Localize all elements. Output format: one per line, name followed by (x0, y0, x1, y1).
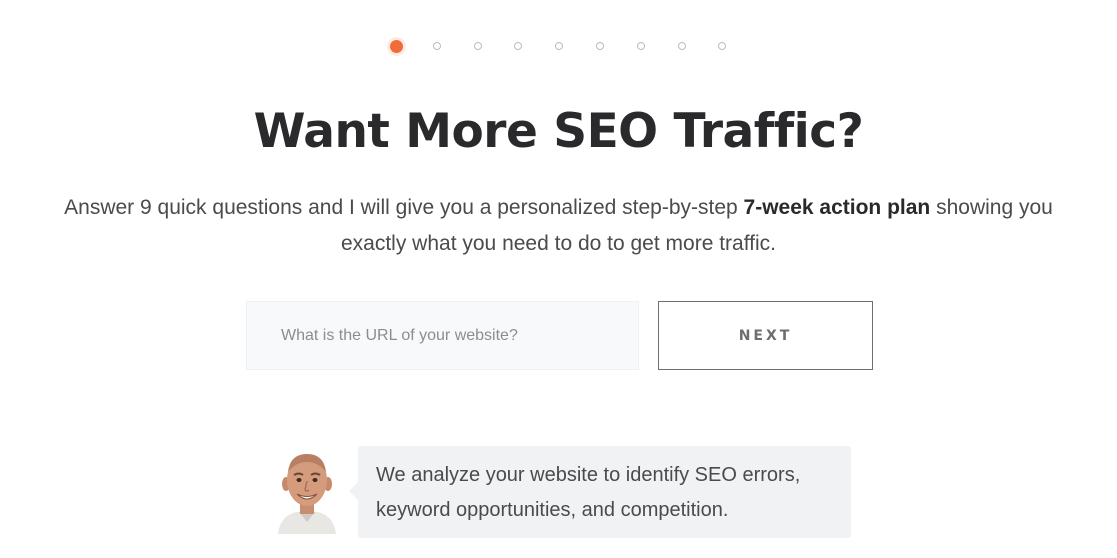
progress-dot-5 (555, 42, 563, 50)
next-button[interactable]: NEXT (658, 301, 873, 370)
progress-dot-1 (390, 40, 403, 53)
progress-steps (0, 39, 1117, 53)
person-avatar-icon (272, 450, 342, 534)
website-url-input[interactable] (246, 301, 639, 370)
progress-dot-2 (433, 42, 441, 50)
page-subtitle: Answer 9 quick questions and I will give… (60, 190, 1057, 262)
progress-dot-7 (637, 42, 645, 50)
subtitle-text-start: Answer 9 quick questions and I will give… (64, 196, 744, 219)
page-title: Want More SEO Traffic? (253, 104, 864, 159)
progress-dot-9 (718, 42, 726, 50)
progress-dot-8 (678, 42, 686, 50)
progress-dot-6 (596, 42, 604, 50)
progress-dot-4 (514, 42, 522, 50)
progress-dot-3 (474, 42, 482, 50)
info-message-bubble: We analyze your website to identify SEO … (349, 446, 851, 538)
subtitle-highlight: 7-week action plan (743, 196, 931, 219)
